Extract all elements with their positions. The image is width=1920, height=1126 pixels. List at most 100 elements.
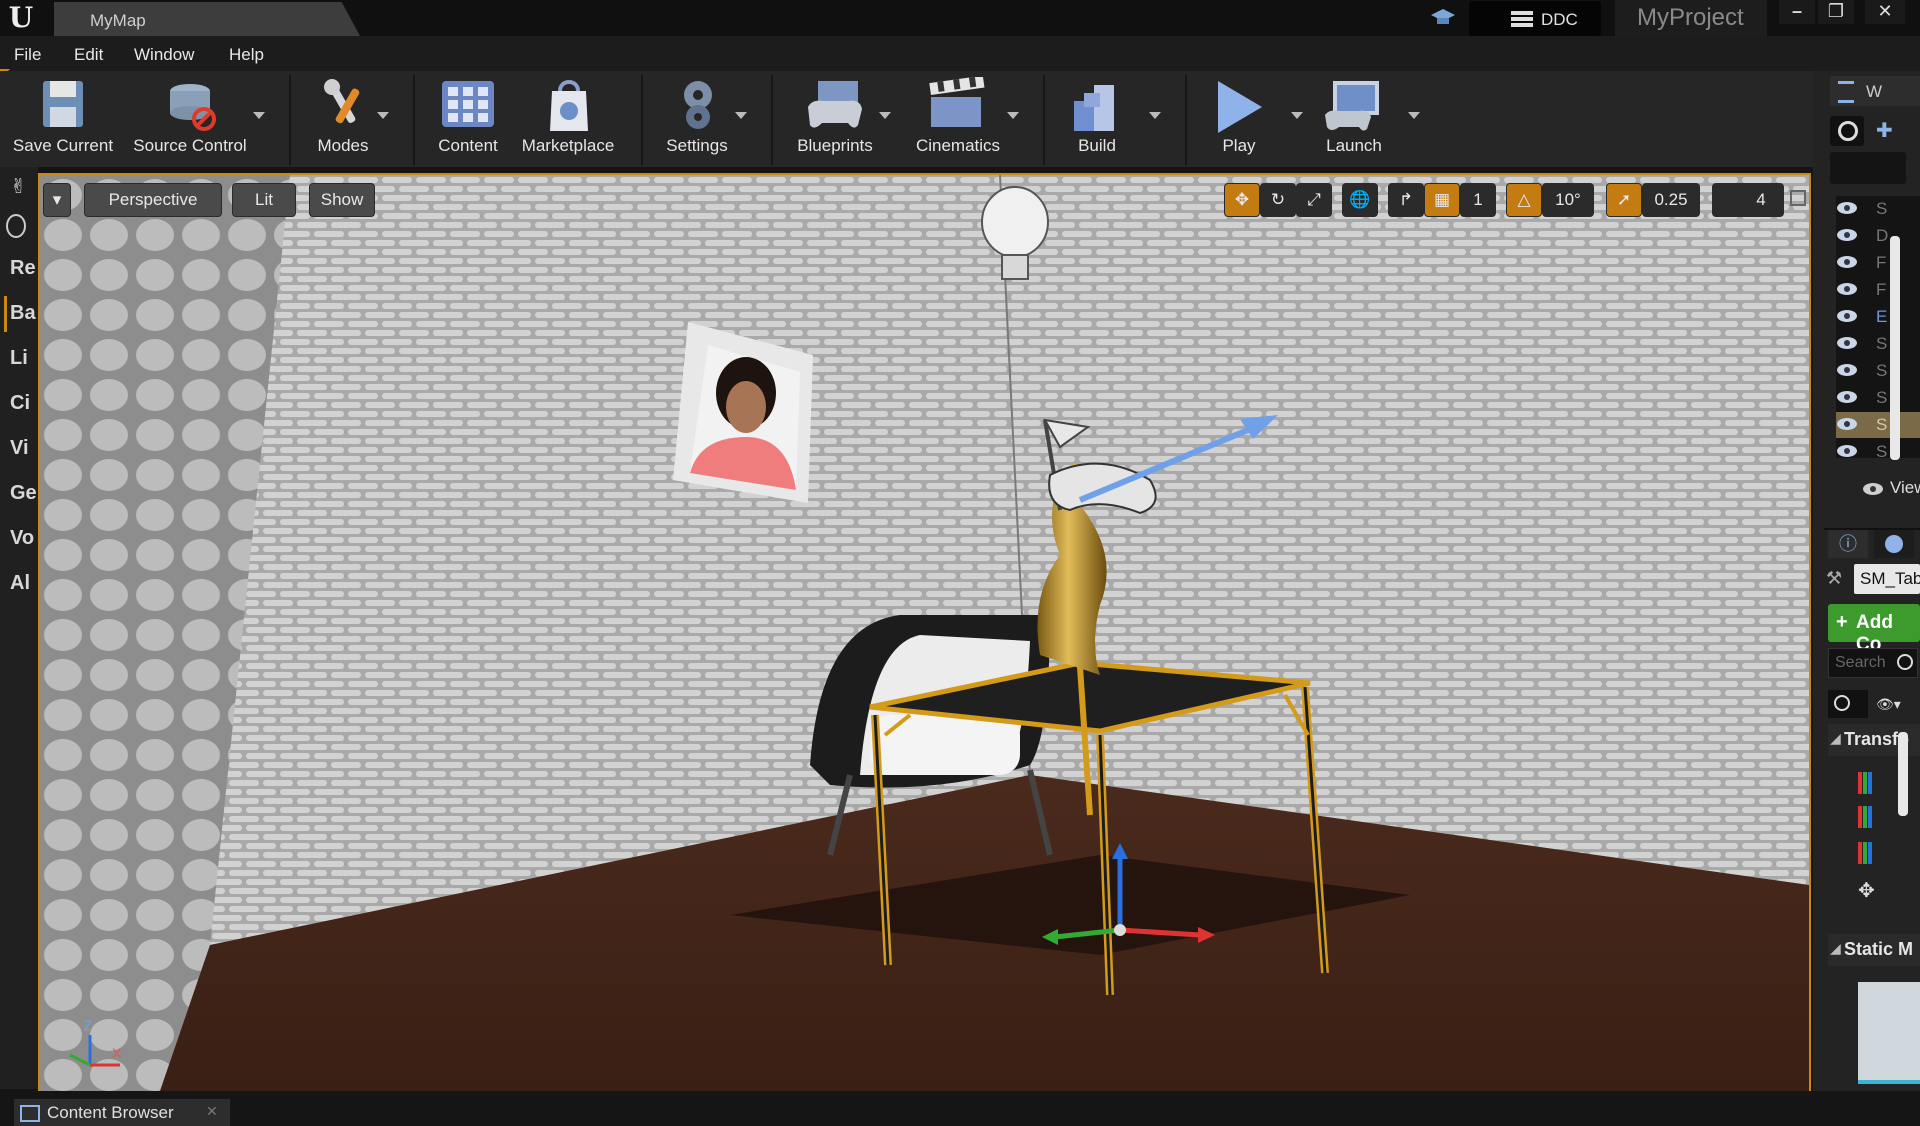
visibility-eye-icon[interactable] [1836,255,1858,269]
category-cinematic[interactable]: Ci [10,392,30,415]
blueprints-dropdown-arrow-icon[interactable] [879,112,891,119]
show-button[interactable]: Show [309,183,375,217]
rotation-axes-icon[interactable] [1858,806,1884,828]
scale-snap-value[interactable]: 0.25 [1642,183,1700,217]
static-mesh-thumbnail[interactable] [1858,982,1920,1084]
learn-cap-icon[interactable] [1430,7,1456,29]
viewport-options-button[interactable]: ▾ [43,183,71,217]
visibility-eye-icon[interactable] [1836,201,1858,215]
modes-button[interactable]: Modes [298,71,388,167]
details-visibility-icon[interactable]: 👁▾ [1876,696,1916,714]
static-mesh-section-header[interactable]: ◢ Static M [1828,934,1920,966]
source-control-dropdown-arrow-icon[interactable] [253,112,265,119]
rotation-snap-icon[interactable]: △ [1506,183,1542,217]
rotate-mode-icon[interactable]: ↻ [1260,183,1296,217]
visibility-eye-icon[interactable] [1836,417,1858,431]
search-icon[interactable] [6,214,26,238]
content-browser-close-icon[interactable]: ✕ [206,1103,218,1120]
outliner-search-icon[interactable] [1830,116,1864,146]
visibility-eye-icon[interactable] [1836,336,1858,350]
cinematics-button[interactable]: Cinematics [905,71,1011,167]
cinematics-dropdown-arrow-icon[interactable] [1007,112,1019,119]
category-basic[interactable]: Ba [10,302,36,325]
outliner-row[interactable]: S [1836,196,1920,223]
grid-snap-value[interactable]: 1 [1460,183,1496,217]
close-button[interactable]: ✕ [1865,0,1905,24]
category-all-classes[interactable]: Al [10,572,30,595]
menu-edit[interactable]: Edit [74,45,103,65]
content-button[interactable]: Content [428,71,508,167]
outliner-scrollbar[interactable] [1890,236,1900,460]
outliner-row[interactable]: E [1836,304,1920,331]
maximize-viewport-icon[interactable] [1790,190,1806,206]
grid-snap-icon[interactable]: ▦ [1424,183,1460,217]
save-current-button[interactable]: Save Current [4,71,122,167]
modes-dropdown-arrow-icon[interactable] [377,112,389,119]
visibility-eye-icon[interactable] [1836,228,1858,242]
perspective-button[interactable]: Perspective [84,183,222,217]
outliner-row[interactable]: D [1836,223,1920,250]
visibility-eye-icon[interactable] [1836,309,1858,323]
details-search-input[interactable]: Search [1828,648,1918,678]
menu-file[interactable]: File [14,45,41,65]
add-component-button[interactable]: + Add Co [1828,604,1920,655]
outliner-row[interactable]: S [1836,439,1920,466]
launch-button[interactable]: Launch [1311,71,1397,167]
scale-snap-icon[interactable]: ➚ [1606,183,1642,217]
ddc-button[interactable]: DDC [1469,1,1601,36]
surface-snap-icon[interactable]: ↱ [1388,183,1424,217]
play-dropdown-arrow-icon[interactable] [1291,112,1303,119]
mobility-icon[interactable]: ✥ [1858,878,1884,902]
build-dropdown-arrow-icon[interactable] [1149,112,1161,119]
actor-name-field[interactable]: SM_Tab [1854,564,1920,594]
category-visual-effects[interactable]: Vi [10,437,29,460]
launch-dropdown-arrow-icon[interactable] [1408,112,1420,119]
build-button[interactable]: Build [1054,71,1140,167]
property-matrix-icon[interactable] [1828,690,1868,718]
visibility-eye-icon[interactable] [1836,390,1858,404]
source-control-button[interactable]: Source Control [128,71,252,167]
outliner-row-selected[interactable]: S [1836,412,1920,439]
play-button[interactable]: Play [1196,71,1282,167]
category-volumes[interactable]: Vo [10,527,34,550]
scale-mode-icon[interactable]: ⤢ [1296,183,1332,217]
world-local-icon[interactable]: 🌐 [1342,183,1378,217]
location-axes-icon[interactable] [1858,772,1884,794]
maximize-button[interactable]: ❐ [1818,0,1854,24]
outliner-row[interactable]: F [1836,250,1920,277]
outliner-row[interactable]: F [1836,277,1920,304]
lit-button[interactable]: Lit [232,183,296,217]
world-settings-tab-icon[interactable] [1874,530,1914,558]
outliner-filter-box[interactable] [1830,152,1906,184]
marketplace-button[interactable]: Marketplace [512,71,624,167]
unreal-logo-icon[interactable]: U [4,2,38,34]
minimize-button[interactable]: – [1779,0,1815,24]
settings-dropdown-arrow-icon[interactable] [735,112,747,119]
category-lights[interactable]: Li [10,347,28,370]
blueprints-button[interactable]: Blueprints [782,71,888,167]
visibility-eye-icon[interactable] [1836,363,1858,377]
details-scrollbar[interactable] [1898,732,1908,816]
menu-help[interactable]: Help [229,45,264,65]
scale-axes-icon[interactable] [1858,842,1884,864]
view-options-button[interactable]: View [1862,478,1920,500]
content-browser-tab[interactable]: Content Browser ✕ [14,1099,230,1126]
outliner-row[interactable]: S [1836,385,1920,412]
translate-mode-icon[interactable]: ✥ [1224,183,1260,217]
outliner-add-icon[interactable]: ✚ [1876,118,1904,144]
outliner-row[interactable]: S [1836,358,1920,385]
menu-window[interactable]: Window [134,45,194,65]
settings-button[interactable]: Settings [652,71,742,167]
place-mode-icon[interactable]: ✌ [10,174,32,198]
visibility-eye-icon[interactable] [1836,444,1858,458]
world-outliner-tab[interactable]: W [1830,76,1920,106]
map-tab[interactable]: MyMap [54,2,360,36]
visibility-eye-icon[interactable] [1836,282,1858,296]
rotation-snap-value[interactable]: 10° [1542,183,1594,217]
outliner-row[interactable]: S [1836,331,1920,358]
category-geometry[interactable]: Ge [10,482,37,505]
details-tab-icon[interactable]: ⓘ [1828,530,1868,558]
camera-speed-button[interactable]: 4 [1712,183,1784,217]
level-viewport[interactable]: Z X ▾ Perspective Lit Show ✥ ↻ ⤢ 🌐 ↱ ▦ 1… [38,173,1811,1093]
category-recent[interactable]: Re [10,257,36,280]
